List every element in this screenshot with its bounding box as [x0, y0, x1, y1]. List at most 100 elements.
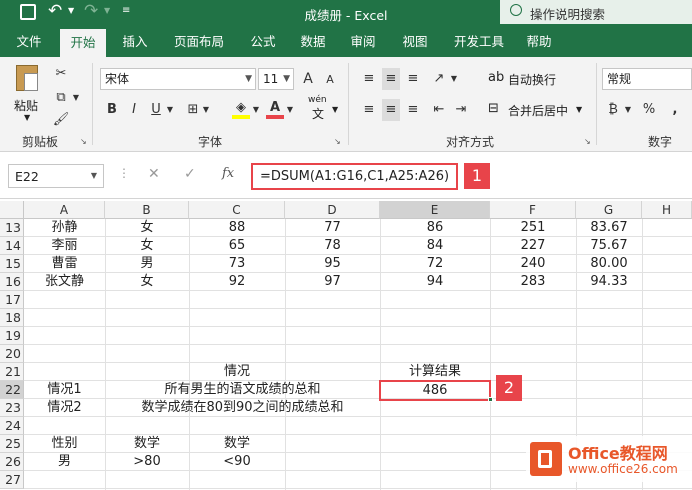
number-format-select[interactable]: 常规: [602, 68, 692, 90]
phonetic-guide-icon[interactable]: 文: [312, 105, 324, 122]
grow-font-button[interactable]: A: [300, 68, 316, 90]
currency-dropdown-icon[interactable]: ▼: [624, 99, 632, 121]
phonetic-guide-label[interactable]: wén: [308, 95, 327, 105]
row-header[interactable]: 15: [0, 255, 24, 273]
align-left-icon[interactable]: ≡: [360, 99, 378, 121]
currency-icon[interactable]: ₿: [604, 99, 622, 121]
tab-page-layout[interactable]: 页面布局: [166, 26, 232, 57]
merge-center-button[interactable]: ⊟ 合并后居中 ▼: [488, 99, 588, 121]
col-header-b[interactable]: B: [105, 201, 189, 219]
cell-a13[interactable]: 孙静: [24, 219, 105, 237]
row-header[interactable]: 18: [0, 309, 24, 327]
col-header-a[interactable]: A: [24, 201, 105, 219]
tab-view[interactable]: 视图: [392, 26, 438, 57]
cell-d14[interactable]: 78: [285, 237, 380, 255]
tab-developer[interactable]: 开发工具: [446, 26, 512, 57]
name-box[interactable]: E22 ▼: [8, 164, 104, 188]
row-header[interactable]: 14: [0, 237, 24, 255]
orientation-icon[interactable]: ↗: [430, 68, 448, 90]
enter-icon[interactable]: ✓: [184, 166, 196, 182]
cell-f15[interactable]: 240: [490, 255, 576, 273]
cell-a15[interactable]: 曹雷: [24, 255, 105, 273]
row-header[interactable]: 19: [0, 327, 24, 345]
borders-dropdown-icon[interactable]: ▼: [202, 99, 210, 121]
align-top-icon[interactable]: ≡: [360, 68, 378, 90]
cell-e14[interactable]: 84: [380, 237, 490, 255]
font-launcher-icon[interactable]: ↘: [334, 137, 341, 146]
row-header[interactable]: 23: [0, 399, 24, 417]
alignment-launcher-icon[interactable]: ↘: [584, 137, 591, 146]
cell-e21[interactable]: 计算结果: [380, 363, 490, 381]
align-right-icon[interactable]: ≡: [404, 99, 422, 121]
row-header[interactable]: 17: [0, 291, 24, 309]
clipboard-launcher-icon[interactable]: ↘: [80, 137, 87, 146]
insert-function-icon[interactable]: fx: [222, 166, 234, 181]
tab-home[interactable]: 开始: [60, 29, 106, 57]
cut-icon[interactable]: ✂: [52, 63, 70, 85]
cell-c25[interactable]: 数学: [189, 435, 285, 453]
cell-b26[interactable]: >80: [105, 453, 189, 471]
tell-me-box[interactable]: 操作说明搜索: [500, 0, 692, 24]
cell-c13[interactable]: 88: [189, 219, 285, 237]
shrink-font-button[interactable]: A: [322, 69, 338, 91]
format-painter-icon[interactable]: 🖌: [52, 109, 70, 131]
row-header[interactable]: 22: [0, 381, 24, 399]
font-color-icon[interactable]: A: [266, 97, 284, 119]
wrap-text-button[interactable]: ab 自动换行: [488, 68, 572, 90]
col-header-e[interactable]: E: [380, 201, 490, 219]
cell-b14[interactable]: 女: [105, 237, 189, 255]
paste-button[interactable]: 粘贴 ▼: [10, 63, 46, 123]
decrease-indent-icon[interactable]: ⇤: [430, 99, 448, 121]
cell-a22[interactable]: 情况1: [24, 381, 105, 399]
italic-button[interactable]: I: [126, 99, 142, 121]
copy-icon[interactable]: ⧉: [52, 87, 70, 109]
comma-button[interactable]: ,: [668, 99, 682, 121]
row-header[interactable]: 21: [0, 363, 24, 381]
underline-dropdown-icon[interactable]: ▼: [166, 99, 174, 121]
percent-button[interactable]: %: [640, 99, 658, 121]
cell-d16[interactable]: 97: [285, 273, 380, 291]
fill-color-dropdown-icon[interactable]: ▼: [252, 99, 260, 121]
col-header-d[interactable]: D: [285, 201, 380, 219]
cell-e15[interactable]: 72: [380, 255, 490, 273]
cell-d15[interactable]: 95: [285, 255, 380, 273]
bold-button[interactable]: B: [104, 99, 120, 121]
cell-a25[interactable]: 性别: [24, 435, 105, 453]
cell-b22[interactable]: 所有男生的语文成绩的总和: [105, 381, 380, 399]
cell-g15[interactable]: 80.00: [576, 255, 642, 273]
fill-color-icon[interactable]: ◈: [232, 97, 250, 119]
align-center-icon[interactable]: ≡: [382, 99, 400, 121]
cell-f13[interactable]: 251: [490, 219, 576, 237]
cell-f16[interactable]: 283: [490, 273, 576, 291]
tab-review[interactable]: 审阅: [340, 26, 386, 57]
col-header-g[interactable]: G: [576, 201, 642, 219]
fill-handle[interactable]: [488, 397, 493, 402]
cell-e13[interactable]: 86: [380, 219, 490, 237]
select-all-corner[interactable]: [0, 201, 24, 219]
cell-c16[interactable]: 92: [189, 273, 285, 291]
orientation-dropdown-icon[interactable]: ▼: [450, 68, 458, 90]
increase-indent-icon[interactable]: ⇥: [452, 99, 470, 121]
tab-help[interactable]: 帮助: [516, 26, 562, 57]
formula-input[interactable]: =DSUM(A1:G16,C1,A25:A26): [251, 163, 458, 190]
row-header[interactable]: 26: [0, 453, 24, 471]
tab-insert[interactable]: 插入: [112, 26, 158, 57]
copy-dropdown-icon[interactable]: ▼: [72, 87, 80, 109]
font-size-select[interactable]: 11 ▼: [258, 68, 294, 90]
cell-g14[interactable]: 75.67: [576, 237, 642, 255]
font-color-dropdown-icon[interactable]: ▼: [286, 99, 294, 121]
tab-file[interactable]: 文件: [6, 26, 52, 57]
tab-formulas[interactable]: 公式: [240, 26, 286, 57]
col-header-h[interactable]: H: [642, 201, 692, 219]
cell-g16[interactable]: 94.33: [576, 273, 642, 291]
cell-d13[interactable]: 77: [285, 219, 380, 237]
cell-a16[interactable]: 张文静: [24, 273, 105, 291]
phonetic-dropdown-icon[interactable]: ▼: [332, 105, 338, 114]
cell-a26[interactable]: 男: [24, 453, 105, 471]
cancel-icon[interactable]: ✕: [148, 166, 160, 182]
row-header[interactable]: 25: [0, 435, 24, 453]
cell-e16[interactable]: 94: [380, 273, 490, 291]
row-header[interactable]: 24: [0, 417, 24, 435]
align-bottom-icon[interactable]: ≡: [404, 68, 422, 90]
row-header[interactable]: 16: [0, 273, 24, 291]
